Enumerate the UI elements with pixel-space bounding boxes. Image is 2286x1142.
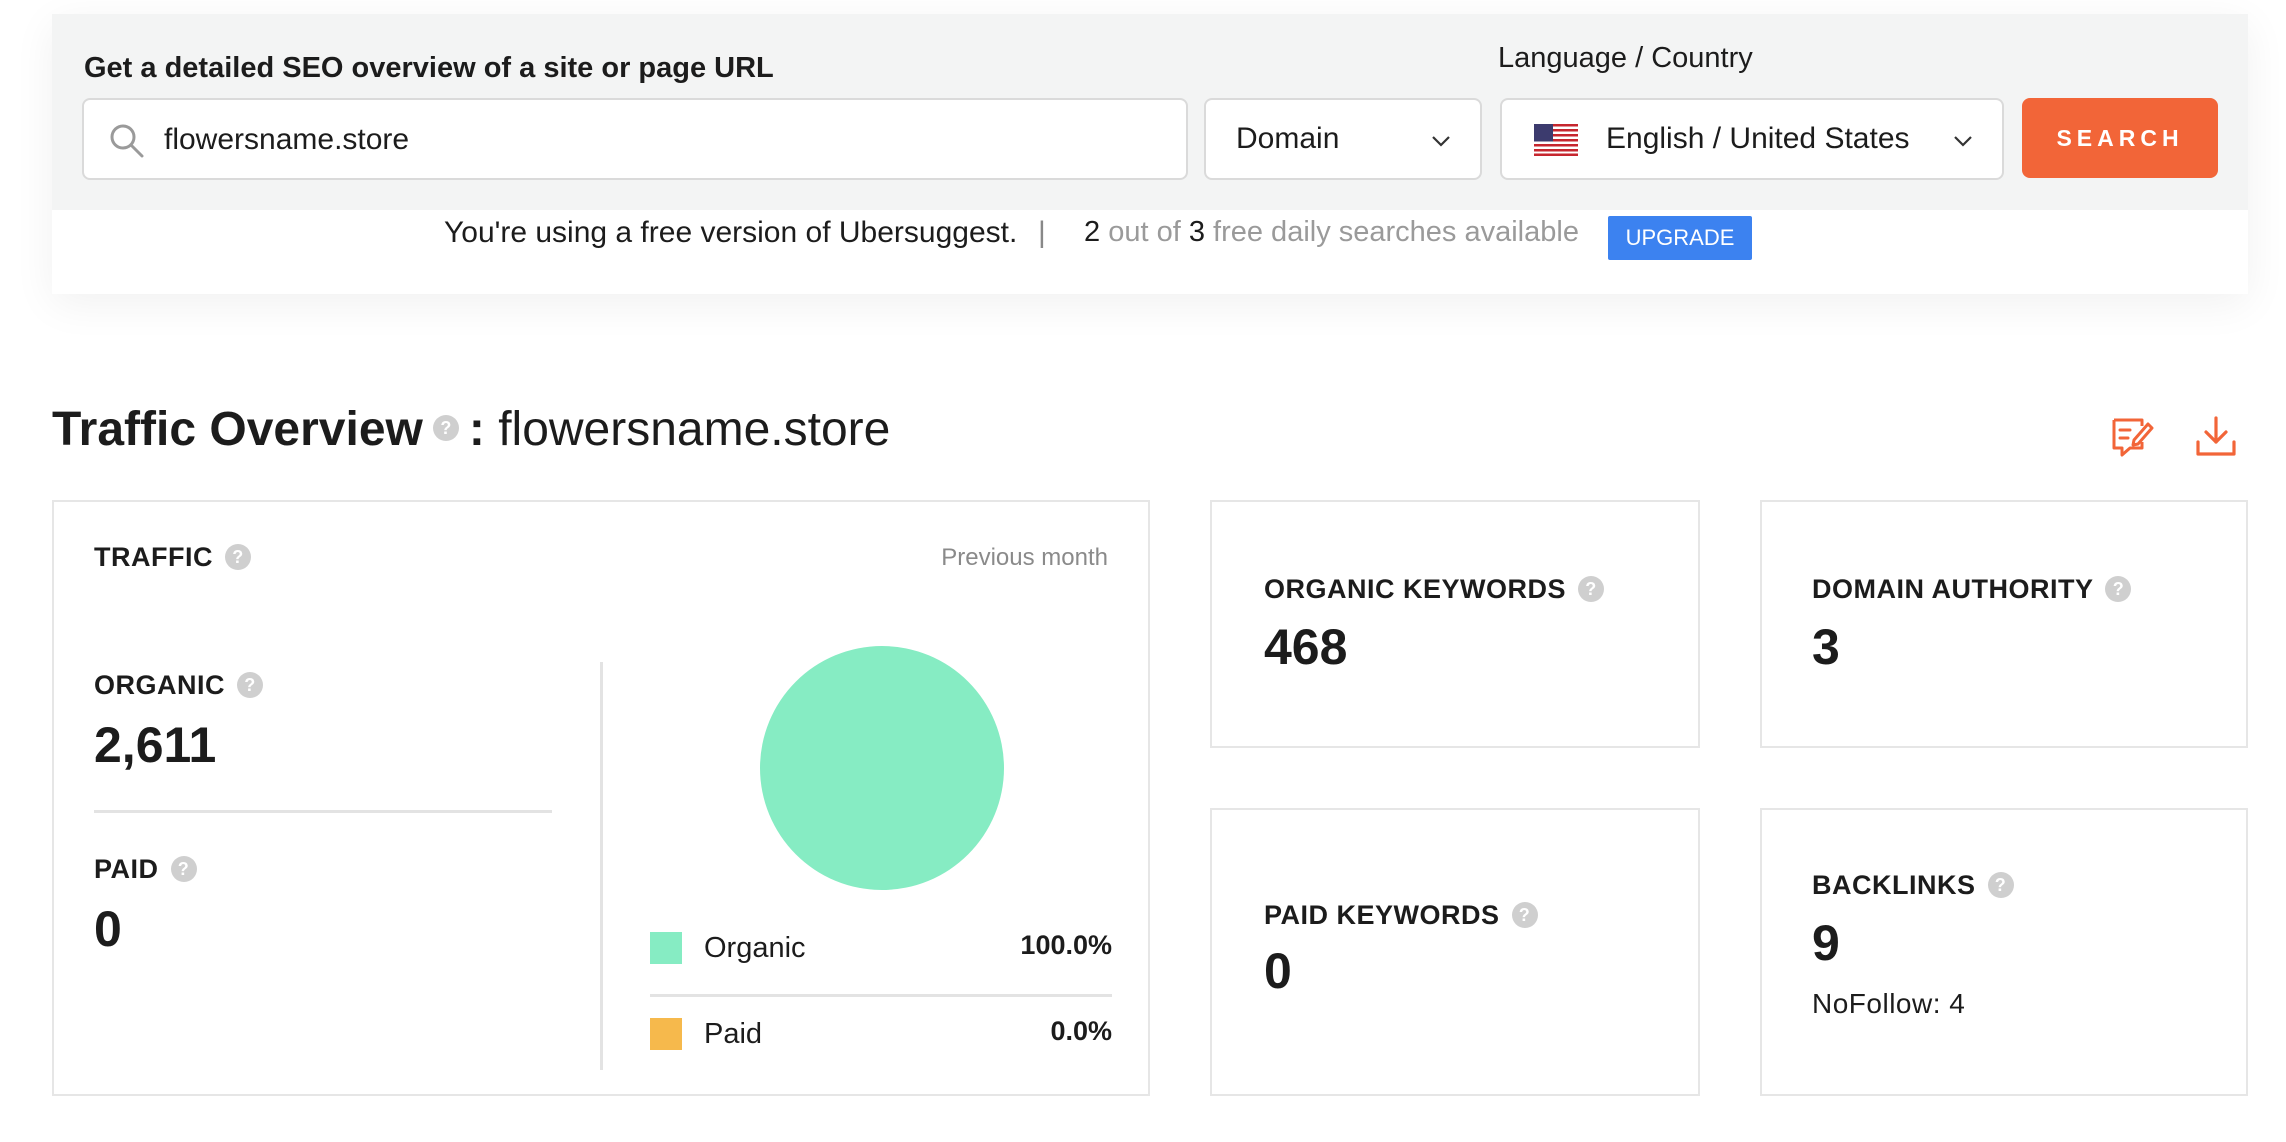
paid-label: PAID? bbox=[94, 854, 197, 885]
chevron-down-icon bbox=[1954, 136, 1972, 147]
nofollow-count: NoFollow: 4 bbox=[1812, 988, 1966, 1019]
domain-authority-card: DOMAIN AUTHORITY? 3 bbox=[1760, 500, 2248, 748]
search-panel: Get a detailed SEO overview of a site or… bbox=[52, 14, 2248, 210]
paid-keywords-label-text: PAID KEYWORDS bbox=[1264, 900, 1500, 930]
help-icon[interactable]: ? bbox=[237, 671, 263, 698]
domain-authority-label: DOMAIN AUTHORITY? bbox=[1812, 574, 2132, 605]
paid-label-text: PAID bbox=[94, 854, 159, 884]
divider bbox=[600, 662, 603, 1070]
legend-label: Organic bbox=[704, 932, 806, 964]
search-label: Get a detailed SEO overview of a site or… bbox=[84, 52, 774, 84]
paid-keywords-value: 0 bbox=[1264, 943, 1292, 999]
traffic-pie-chart bbox=[760, 646, 1004, 890]
backlinks-value: 9 bbox=[1812, 915, 1840, 971]
upgrade-button[interactable]: UPGRADE bbox=[1608, 216, 1752, 260]
search-button[interactable]: SEARCH bbox=[2022, 98, 2218, 178]
search-field[interactable] bbox=[82, 98, 1188, 180]
help-icon[interactable]: ? bbox=[1511, 901, 1538, 928]
search-mode-value: Domain bbox=[1236, 122, 1340, 155]
search-icon bbox=[110, 124, 144, 158]
legend-value: 100.0% bbox=[1020, 930, 1112, 960]
domain-authority-value: 3 bbox=[1812, 619, 1840, 675]
free-version-separator: | bbox=[1038, 216, 1046, 249]
domain-authority-label-text: DOMAIN AUTHORITY bbox=[1812, 574, 2094, 604]
title-colon: : bbox=[468, 403, 485, 456]
traffic-card: TRAFFIC? Previous month ORGANIC? 2,611 P… bbox=[52, 500, 1150, 1096]
traffic-label-text: TRAFFIC bbox=[94, 542, 213, 572]
organic-keywords-label-text: ORGANIC KEYWORDS bbox=[1264, 574, 1567, 604]
language-value: English / United States bbox=[1606, 122, 1910, 155]
period-label: Previous month bbox=[941, 544, 1108, 571]
pie-slice-organic bbox=[760, 646, 1004, 890]
help-icon[interactable]: ? bbox=[224, 543, 251, 570]
pie-slices bbox=[760, 646, 1004, 890]
chevron-down-icon bbox=[1432, 136, 1450, 147]
organic-keywords-card: ORGANIC KEYWORDS? 468 bbox=[1210, 500, 1700, 748]
download-icon[interactable] bbox=[2192, 412, 2240, 460]
backlinks-card: BACKLINKS? 9 NoFollow: 4 bbox=[1760, 808, 2248, 1096]
organic-keywords-value: 468 bbox=[1264, 619, 1348, 675]
search-card: Get a detailed SEO overview of a site or… bbox=[52, 14, 2248, 294]
language-select[interactable]: English / United States bbox=[1500, 98, 2004, 180]
divider bbox=[94, 810, 552, 813]
paid-keywords-label: PAID KEYWORDS? bbox=[1264, 900, 1538, 931]
help-icon[interactable]: ? bbox=[170, 855, 197, 882]
help-icon[interactable]: ? bbox=[1987, 871, 2014, 898]
page-title: Traffic Overview?: flowersname.store bbox=[52, 402, 890, 457]
page-title-text: Traffic Overview bbox=[52, 403, 423, 456]
legend-item-organic: Organic 100.0% bbox=[650, 926, 1112, 970]
traffic-label: TRAFFIC? bbox=[94, 542, 251, 573]
title-domain: flowersname.store bbox=[498, 403, 891, 456]
search-mode-select[interactable]: Domain bbox=[1204, 98, 1482, 180]
edit-report-icon[interactable] bbox=[2108, 412, 2156, 460]
searches-total: 3 bbox=[1188, 216, 1205, 248]
divider bbox=[650, 994, 1112, 997]
free-version-text: You're using a free version of Ubersugge… bbox=[444, 216, 1018, 249]
paid-swatch bbox=[650, 1018, 682, 1050]
backlinks-label-text: BACKLINKS bbox=[1812, 870, 1976, 900]
legend-item-paid: Paid 0.0% bbox=[650, 1012, 1112, 1056]
organic-swatch bbox=[650, 932, 682, 964]
backlinks-label: BACKLINKS? bbox=[1812, 870, 2014, 901]
help-icon[interactable]: ? bbox=[432, 415, 459, 442]
legend-value: 0.0% bbox=[1050, 1016, 1112, 1046]
legend-label: Paid bbox=[704, 1018, 763, 1050]
search-input[interactable] bbox=[164, 114, 1164, 166]
organic-label: ORGANIC? bbox=[94, 670, 263, 701]
searches-suffix: free daily searches available bbox=[1213, 216, 1579, 248]
us-flag-icon bbox=[1534, 124, 1578, 156]
paid-keywords-card: PAID KEYWORDS? 0 bbox=[1210, 808, 1700, 1096]
free-searches-count: 2 out of 3 free daily searches available bbox=[1084, 216, 1579, 249]
paid-traffic-value: 0 bbox=[94, 901, 122, 957]
help-icon[interactable]: ? bbox=[1578, 575, 1605, 602]
organic-traffic-value: 2,611 bbox=[94, 717, 217, 773]
out-of-text: out of bbox=[1108, 216, 1181, 248]
searches-used: 2 bbox=[1084, 216, 1101, 248]
help-icon[interactable]: ? bbox=[2105, 575, 2132, 602]
language-label: Language / Country bbox=[1498, 42, 1753, 74]
organic-keywords-label: ORGANIC KEYWORDS? bbox=[1264, 574, 1605, 605]
organic-label-text: ORGANIC bbox=[94, 670, 225, 700]
